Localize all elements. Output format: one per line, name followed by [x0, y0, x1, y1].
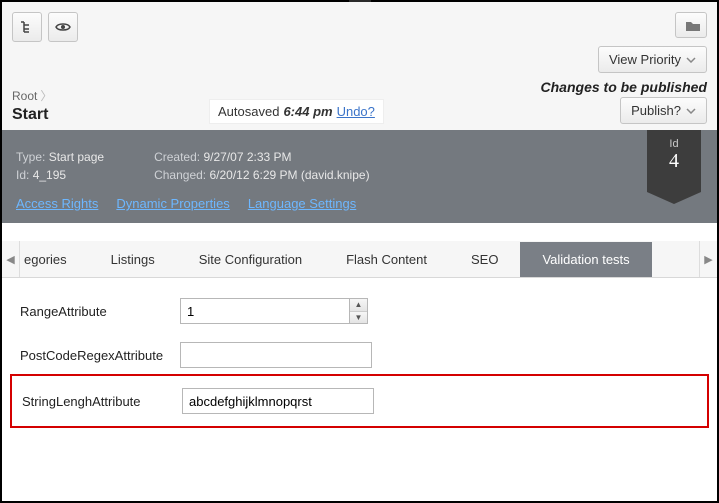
breadcrumb[interactable]: Root〉 [12, 87, 52, 104]
publish-button[interactable]: Publish? [620, 97, 707, 124]
view-priority-button[interactable]: View Priority [598, 46, 707, 73]
folder-icon [685, 19, 701, 32]
range-label: RangeAttribute [20, 304, 180, 319]
tab-listings[interactable]: Listings [89, 242, 177, 277]
changes-label: Changes to be published [541, 79, 707, 95]
strlen-label: StringLenghAttribute [22, 394, 182, 409]
tab-validation-tests[interactable]: Validation tests [520, 242, 651, 277]
chevron-down-icon [686, 57, 696, 63]
tree-icon [20, 20, 34, 34]
tabs-scroll-left[interactable]: ◀ [2, 241, 20, 277]
language-settings-link[interactable]: Language Settings [248, 196, 356, 211]
info-bar: Type: Start page Id: 4_195 Created: 9/27… [2, 130, 717, 223]
tree-toggle-button[interactable] [12, 12, 42, 42]
tab-flash-content[interactable]: Flash Content [324, 242, 449, 277]
postcode-label: PostCodeRegexAttribute [20, 348, 180, 363]
page-title: Start [12, 106, 52, 124]
tab-categories[interactable]: egories [20, 242, 89, 277]
range-input[interactable] [180, 298, 350, 324]
highlighted-row: StringLenghAttribute [10, 374, 709, 428]
strlen-input[interactable] [182, 388, 374, 414]
tab-seo[interactable]: SEO [449, 242, 520, 277]
spin-up-button[interactable]: ▲ [350, 299, 367, 312]
spin-down-button[interactable]: ▼ [350, 312, 367, 324]
tabs: egories Listings Site Configuration Flas… [20, 242, 699, 277]
access-rights-link[interactable]: Access Rights [16, 196, 98, 211]
undo-link[interactable]: Undo? [337, 104, 375, 119]
tabs-scroll-right[interactable]: ▶ [699, 241, 717, 277]
autosaved-status: Autosaved 6:44 pm Undo? [209, 99, 384, 124]
chevron-down-icon [686, 108, 696, 114]
eye-icon [55, 21, 71, 33]
preview-button[interactable] [48, 12, 78, 42]
dynamic-properties-link[interactable]: Dynamic Properties [116, 196, 229, 211]
chevron-right-icon: 〉 [40, 89, 52, 103]
folder-button[interactable] [675, 12, 707, 38]
view-priority-label: View Priority [609, 52, 681, 67]
tab-site-configuration[interactable]: Site Configuration [177, 242, 324, 277]
postcode-input[interactable] [180, 342, 372, 368]
id-flag: Id 4 [647, 130, 701, 192]
